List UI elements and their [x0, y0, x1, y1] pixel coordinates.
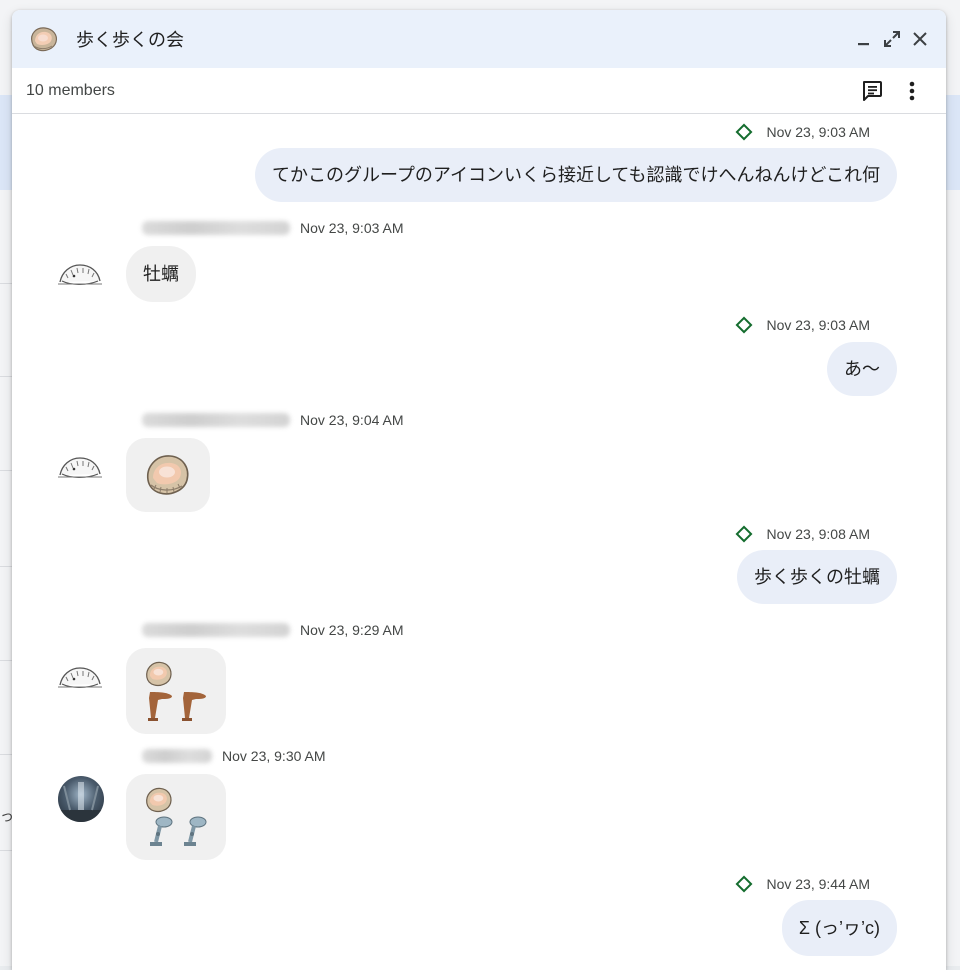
- leg-emoji: [182, 692, 206, 721]
- background-divider: [0, 566, 12, 567]
- sketch-avatar-icon[interactable]: [56, 447, 104, 487]
- message-meta: Nov 23, 9:08 AM: [735, 525, 870, 543]
- mechanical-leg-emoji: [150, 816, 173, 846]
- background-highlight-right: [946, 95, 960, 190]
- background-highlight: [0, 95, 12, 190]
- blurred-sender-name: [142, 623, 290, 637]
- sent-message[interactable]: てかこのグループのアイコンいくら接近しても認識でけへんねんけどこれ何: [254, 148, 897, 202]
- message-timestamp: Nov 23, 9:04 AM: [300, 412, 404, 428]
- message-meta: Nov 23, 9:29 AM: [142, 622, 404, 638]
- oyster-icon: [28, 23, 60, 55]
- sent-message[interactable]: 歩く歩くの牡蠣: [737, 550, 897, 604]
- received-emoji-message[interactable]: [126, 648, 226, 734]
- oyster-emoji: [146, 455, 189, 495]
- message-timestamp: Nov 23, 9:29 AM: [300, 622, 404, 638]
- message-meta: Nov 23, 9:03 AM: [142, 220, 404, 236]
- message-timestamp: Nov 23, 9:08 AM: [766, 526, 870, 542]
- read-indicator-icon: [735, 316, 753, 334]
- mechanical-leg-emoji: [184, 816, 207, 846]
- read-indicator-icon: [735, 875, 753, 893]
- minimize-button[interactable]: [850, 25, 878, 53]
- close-button[interactable]: [906, 25, 934, 53]
- close-icon: [913, 32, 927, 46]
- more-vert-icon: [909, 81, 915, 100]
- blurred-sender-name: [142, 749, 212, 763]
- message-timestamp: Nov 23, 9:03 AM: [766, 124, 870, 140]
- background-divider: [0, 470, 12, 471]
- message-meta: Nov 23, 9:04 AM: [142, 412, 404, 428]
- read-indicator-icon: [735, 525, 753, 543]
- background-divider: [0, 660, 12, 661]
- leg-emoji: [148, 692, 172, 721]
- sketch-avatar-icon[interactable]: [56, 657, 104, 697]
- oyster-emoji: [146, 661, 172, 687]
- message-list[interactable]: Nov 23, 9:03 AM てかこのグループのアイコンいくら接近しても認識で…: [12, 114, 946, 970]
- photo-avatar[interactable]: [58, 776, 104, 822]
- read-indicator-icon: [735, 123, 753, 141]
- threads-button[interactable]: [852, 71, 892, 111]
- message-meta: Nov 23, 9:03 AM: [735, 316, 870, 334]
- expand-icon: [884, 31, 900, 47]
- received-emoji-message[interactable]: [126, 438, 210, 512]
- chat-title-bar[interactable]: 歩く歩くの会: [12, 10, 946, 68]
- received-message[interactable]: 牡蠣: [126, 246, 196, 302]
- message-meta: Nov 23, 9:44 AM: [735, 875, 870, 893]
- received-emoji-message[interactable]: [126, 774, 226, 860]
- message-timestamp: Nov 23, 9:44 AM: [766, 876, 870, 892]
- pop-out-button[interactable]: [878, 25, 906, 53]
- sketch-avatar-icon[interactable]: [56, 254, 104, 294]
- sent-message[interactable]: Σ (っ’ヮ’c): [781, 900, 897, 956]
- more-options-button[interactable]: [892, 71, 932, 111]
- message-timestamp: Nov 23, 9:03 AM: [766, 317, 870, 333]
- background-divider: [0, 376, 12, 377]
- background-divider: [0, 283, 12, 284]
- message-meta: Nov 23, 9:30 AM: [142, 748, 326, 764]
- message-meta: Nov 23, 9:03 AM: [735, 123, 870, 141]
- oyster-emoji: [146, 787, 172, 813]
- minimize-icon: [858, 43, 869, 46]
- threads-icon: [863, 80, 882, 101]
- message-timestamp: Nov 23, 9:03 AM: [300, 220, 404, 236]
- member-count[interactable]: 10 members: [26, 82, 852, 100]
- background-divider: [0, 850, 12, 851]
- message-timestamp: Nov 23, 9:30 AM: [222, 748, 326, 764]
- sent-message[interactable]: あ〜: [827, 342, 897, 396]
- chat-window: 歩く歩くの会 10 members Nov 23, 9:03 AM てかこのグル…: [12, 10, 946, 970]
- chat-subheader: 10 members: [12, 68, 946, 114]
- background-divider: [0, 754, 12, 755]
- blurred-sender-name: [142, 221, 290, 235]
- chat-title: 歩く歩くの会: [76, 30, 184, 50]
- blurred-sender-name: [142, 413, 290, 427]
